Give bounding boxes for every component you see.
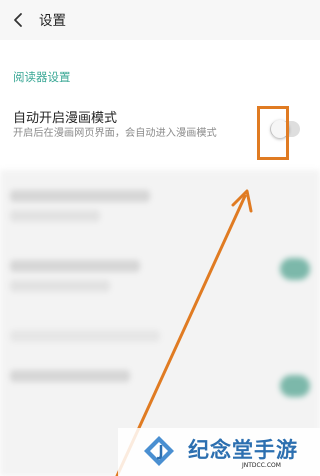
watermark: 纪念堂手游 JNTDCC.COM — [118, 428, 320, 476]
watermark-name: 纪念堂手游 — [188, 438, 298, 462]
annotation-arrow — [115, 189, 253, 476]
site-logo-icon — [144, 436, 174, 466]
watermark-site: JNTDCC.COM — [242, 462, 281, 469]
